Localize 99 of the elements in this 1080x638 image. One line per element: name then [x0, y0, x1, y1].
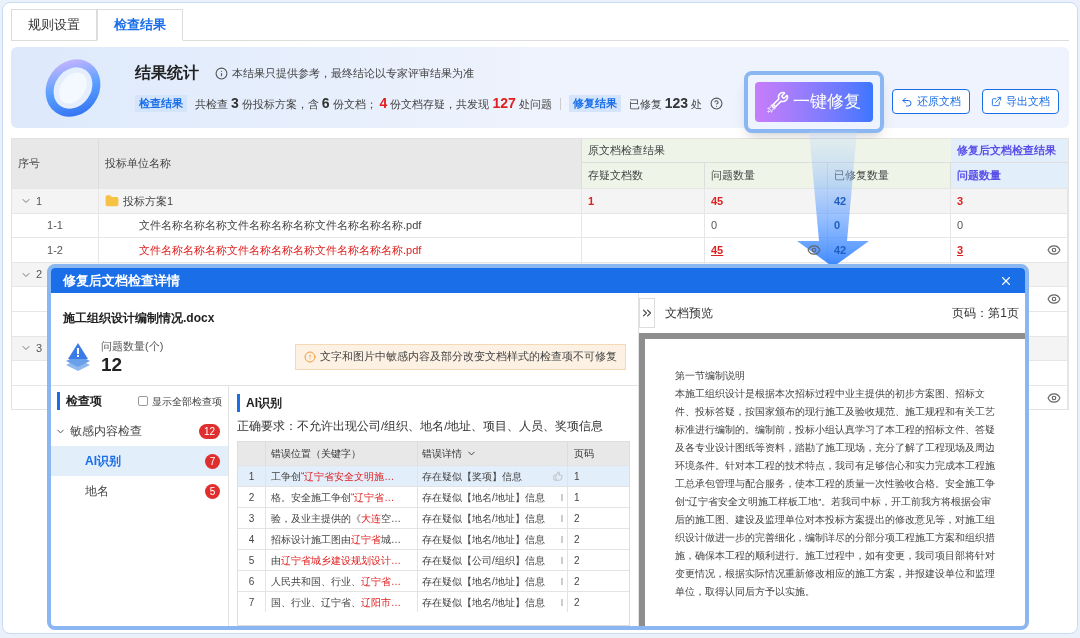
keyword-location: 格。安全施工争创“辽宁省…	[271, 490, 395, 505]
tree-item[interactable]: 地名 5	[51, 476, 228, 506]
row-number: 5	[248, 553, 255, 568]
column-header: 页码	[573, 447, 595, 462]
issue-count-label: 问题数量(个)	[101, 338, 164, 354]
count-cell-text: 0	[957, 218, 964, 234]
error-detail: 存在疑似【地名/地址】信息	[422, 532, 545, 547]
page-number: 2	[574, 595, 580, 610]
page-number: 2	[574, 553, 580, 568]
export-icon	[991, 96, 1002, 107]
count-badge: 12	[198, 423, 220, 439]
file-name[interactable]: 文件名称名称名称文件名称名称名称文件名称名称名称.pdf	[139, 217, 422, 234]
keyword-location: 国、行业、辽宁省、辽阳市…	[271, 595, 401, 610]
document-heading: 第一节编制说明	[675, 369, 746, 383]
check-result-label: 检查结果	[135, 95, 187, 112]
export-button[interactable]: 导出文档	[982, 89, 1059, 114]
alert-icon	[304, 351, 316, 363]
issue-row[interactable]: 2 格。安全施工争创“辽宁省… 存在疑似【地名/地址】信息 1	[238, 486, 629, 508]
keyword-location: 工争创“辽宁省安全文明施…	[271, 469, 395, 484]
document-name: 施工组织设计编制情况.docx	[63, 311, 215, 325]
disclaimer-text: 本结果只提供参考，最终结论以专家评审结果为准	[232, 65, 474, 81]
error-detail: 存在疑似【地名/地址】信息	[422, 574, 545, 589]
page-number: 2	[574, 532, 580, 547]
count-cell-text: 1	[588, 193, 595, 209]
thumbs-up-icon[interactable]	[553, 471, 563, 482]
info-icon	[215, 66, 228, 80]
error-detail: 存在疑似【奖项】信息	[422, 469, 522, 484]
repair-summary-text: 已修复 123 处	[628, 94, 703, 113]
error-detail: 存在疑似【地名/地址】信息	[422, 511, 545, 526]
dialog-title: 修复后文档检查详情	[63, 271, 180, 290]
undo-icon	[901, 95, 913, 108]
row-number: 1	[36, 193, 43, 209]
row-number: 4	[248, 532, 255, 547]
file-name[interactable]: 文件名称名称名称文件名称名称名称文件名称名称名称.pdf	[139, 241, 422, 259]
keyword-location: 招标设计施工图由辽宁省城…	[271, 532, 401, 547]
row-number: 1-1	[47, 218, 63, 234]
error-detail: 存在疑似【地名/地址】信息	[422, 595, 545, 610]
issue-row[interactable]: 7 国、行业、辽宁省、辽阳市… 存在疑似【地名/地址】信息 2	[238, 591, 629, 613]
one-click-repair-button[interactable]: 一键修复	[755, 81, 873, 122]
document-paragraph: 本施工组织设计是根据本次招标过程中业主提供的初步方案图、招标文件、投标答疑，按国家颁布的现行施工及验收规范、施工规程和有关工艺标准进行编制的。编制前，投标小组认真学习了本工程的招标文件、答疑及各专业设计图纸等资料，踏勘了施工现场，充分了解了工程现场及周边环境条件。针对本工程的技术特点，我司有足够信心和实力完成本工程施工总承包管理与配合服务，使本工程的质量一次性验收合格。安全施工争创“辽宁省安全文明施工样板工地”。若我司中标，开工前我方将根据会审后的施工图、建设及监理单位对本投标方案提出的修改意见等，对施工组织设计做进一步的完善细化，编制详尽的分部分项工程施工方案和组织措施，确保本工程的顺利进行。施工过程中，如有变更，我司项目部将针对变更情况，根据实际情况重新修改相应的施工方案，并报建设单位和监理单位，取得认同后方予以实施。	[675, 387, 995, 599]
notice-banner: 文字和图片中敏感内容及部分改变文档样式的检查项不可修复	[295, 344, 626, 370]
eye-icon[interactable]	[1047, 292, 1061, 307]
check-summary-text: 共检查 3 份投标方案，含 6 份文档； 4 份文档存疑，共发现 127 处问题	[195, 94, 552, 113]
issue-row[interactable]: 6 人民共和国、行业、辽宁省… 存在疑似【地名/地址】信息 2	[238, 570, 629, 592]
column-header: 问题数量	[956, 168, 1002, 184]
eye-icon[interactable]	[807, 243, 821, 257]
page-number: 2	[574, 574, 580, 589]
requirement-text: 正确要求：不允许出现公司/组织、地名/地址、项目、人员、奖项信息	[237, 419, 605, 434]
eye-icon[interactable]	[1047, 243, 1061, 257]
issue-row[interactable]: 4 招标设计施工图由辽宁省城… 存在疑似【地名/地址】信息 2	[238, 528, 629, 550]
restore-button[interactable]: 还原文档	[892, 89, 970, 114]
keyword-location: 由辽宁省城乡建设规划设计…	[271, 553, 401, 568]
summary-title: 结果统计	[135, 63, 199, 83]
row-number: 2	[36, 267, 43, 283]
row-number: 7	[248, 595, 255, 610]
keyword-location: 人民共和国、行业、辽宁省…	[271, 574, 401, 589]
page-number: 1	[574, 469, 580, 484]
count-cell-text: 42	[834, 193, 847, 209]
section-title: AI识别	[237, 394, 282, 412]
show-all-checkbox[interactable]: 显示全部检查项	[138, 393, 222, 409]
count-badge: 7	[205, 453, 220, 469]
row-number: 3	[36, 341, 43, 357]
row-number: 6	[248, 574, 255, 589]
issue-row[interactable]: 3 验，及业主提供的《大连空… 存在疑似【地名/地址】信息 2	[238, 507, 629, 529]
page-number: 1	[574, 490, 580, 505]
count-cell-text: 3	[957, 193, 964, 209]
count-cell-text: 42	[834, 242, 847, 258]
row-number: 1-2	[47, 242, 63, 258]
preview-title: 文档预览	[665, 305, 713, 322]
tree-item[interactable]: 敏感内容检查 12	[51, 416, 228, 446]
row-number: 2	[248, 490, 255, 505]
magic-wrench-icon	[767, 90, 789, 113]
tab[interactable]: 规则设置	[11, 9, 97, 41]
issue-row[interactable]: 5 由辽宁省城乡建设规划设计… 存在疑似【公司/组织】信息 2	[238, 549, 629, 571]
repair-result-label: 修复结果	[568, 95, 621, 112]
count-cell-text: 0	[711, 218, 718, 234]
error-detail: 存在疑似【地名/地址】信息	[422, 490, 545, 505]
folder-icon	[105, 193, 119, 208]
bid-plan-name: 投标方案1	[123, 193, 174, 209]
count-cell-text: 3	[957, 242, 964, 258]
row-number: 3	[248, 511, 255, 526]
error-detail: 存在疑似【公司/组织】信息	[422, 553, 545, 568]
collapse-icon[interactable]	[639, 298, 655, 328]
eye-icon[interactable]	[1047, 390, 1061, 405]
tree-item[interactable]: AI识别 7	[51, 446, 228, 476]
help-icon[interactable]	[710, 97, 724, 110]
issue-row[interactable]: 1 工争创“辽宁省安全文明施… 存在疑似【奖项】信息 1	[238, 465, 629, 487]
column-group-header: 修复后文档检查结果	[951, 139, 1068, 163]
count-cell-text: 0	[834, 218, 841, 234]
count-cell-text: 45	[711, 242, 724, 258]
count-cell-text: 45	[711, 193, 724, 209]
row-number: 1	[248, 469, 255, 484]
count-badge: 5	[205, 483, 220, 499]
page-number: 2	[574, 511, 580, 526]
check-items-heading: 检查项	[57, 392, 102, 410]
issue-count: 12	[101, 354, 124, 377]
tab[interactable]: 检查结果	[97, 9, 183, 41]
keyword-location: 验，及业主提供的《大连空…	[271, 511, 401, 526]
page-indicator: 页码：第1页	[952, 305, 1019, 322]
